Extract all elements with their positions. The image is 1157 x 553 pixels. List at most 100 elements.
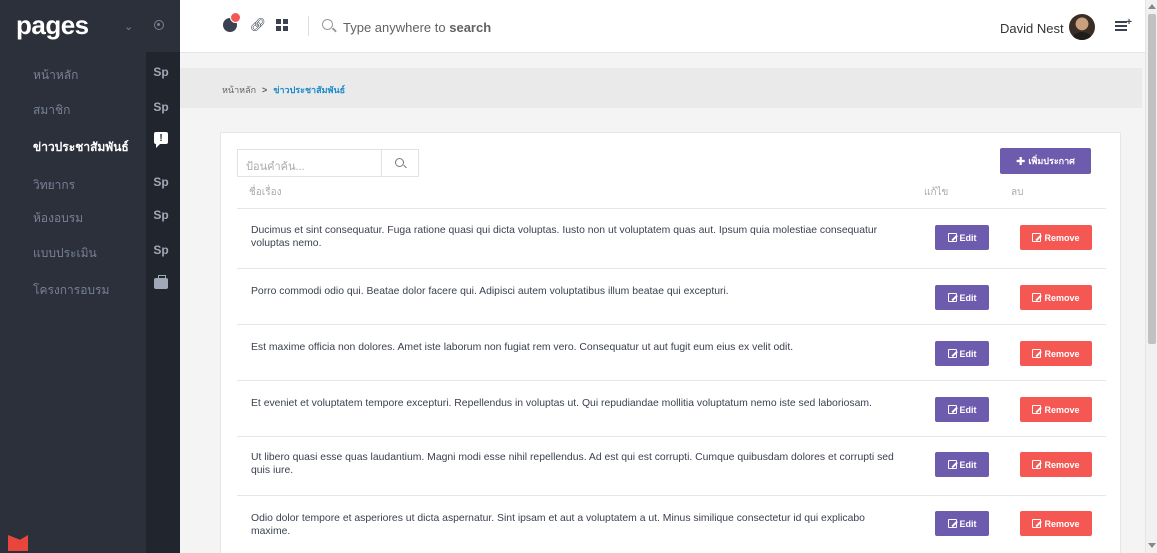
row-title: Et eveniet et voluptatem tempore exceptu…	[251, 398, 872, 409]
table-row: Et eveniet et voluptatem tempore exceptu…	[237, 381, 1106, 437]
sidebar: pages ⌄ หน้าหลัก Sp สมาชิก Sp ข่าวประชาส…	[0, 0, 180, 553]
scroll-thumb[interactable]	[1148, 14, 1156, 344]
header-divider	[308, 16, 309, 36]
edit-icon	[947, 519, 957, 528]
link-icon[interactable]: 🔗︎	[250, 17, 267, 33]
edit-icon	[947, 349, 957, 358]
sidebar-item-projects[interactable]: โครงการอบรม	[0, 267, 180, 307]
alert-message-icon: !	[154, 132, 168, 148]
table-row: Odio dolor tempore et asperiores ut dict…	[237, 496, 1106, 553]
remove-button[interactable]: Remove	[1020, 285, 1092, 310]
edit-button[interactable]: Edit	[935, 511, 989, 536]
sidebar-item-label: ห้องอบรม	[33, 211, 84, 225]
edit-icon	[947, 233, 957, 242]
notifications-globe-icon[interactable]	[222, 12, 241, 33]
breadcrumb-current[interactable]: ข่าวประชาสัมพันธ์	[273, 85, 345, 95]
sidebar-item-label: วิทยากร	[33, 178, 76, 192]
edit-icon	[947, 405, 957, 414]
pin-sidebar-icon[interactable]	[154, 20, 164, 30]
add-announcement-button[interactable]: ✚ เพิ่มประกาศ	[1000, 148, 1091, 174]
remove-button[interactable]: Remove	[1020, 341, 1092, 366]
remove-icon	[1032, 405, 1042, 414]
remove-label: Remove	[1044, 348, 1080, 359]
scroll-up-arrow-icon[interactable]	[1148, 4, 1156, 9]
table-row: Ducimus et sint consequatur. Fuga ration…	[237, 209, 1106, 269]
remove-button[interactable]: Remove	[1020, 511, 1092, 536]
edit-label: Edit	[959, 232, 977, 243]
sidebar-item-badge: Sp	[146, 56, 176, 88]
sidebar-item-badge: Sp	[146, 166, 176, 198]
sidebar-item-rooms[interactable]: ห้องอบรม Sp	[0, 199, 180, 235]
sidebar-item-label: แบบประเมิน	[33, 246, 97, 260]
edit-button[interactable]: Edit	[935, 397, 989, 422]
sidebar-item-label: โครงการอบรม	[33, 283, 110, 297]
search-prompt-bold: search	[449, 20, 492, 35]
remove-icon	[1032, 460, 1042, 469]
edit-label: Edit	[959, 404, 977, 415]
sidebar-item-label: หน้าหลัก	[33, 68, 79, 82]
search-prompt-text: Type anywhere to	[343, 20, 450, 35]
user-avatar[interactable]	[1069, 14, 1095, 40]
sidebar-item-evaluation[interactable]: แบบประเมิน Sp	[0, 234, 180, 270]
column-header-title: ชื่อเรื่อง	[249, 187, 282, 198]
search-icon[interactable]	[322, 19, 333, 30]
table-search-button[interactable]	[382, 149, 419, 177]
sidebar-item-badge: Sp	[146, 199, 176, 231]
sidebar-item-label: ข่าวประชาสัมพันธ์	[33, 140, 129, 154]
remove-label: Remove	[1044, 518, 1080, 529]
apps-grid-icon[interactable]	[276, 19, 288, 31]
sidebar-item-badge: Sp	[146, 234, 176, 266]
edit-label: Edit	[959, 292, 977, 303]
column-header-edit: แก้ไข	[924, 187, 949, 198]
remove-button[interactable]: Remove	[1020, 225, 1092, 250]
edit-icon	[947, 460, 957, 469]
search-icon	[395, 158, 404, 167]
edit-label: Edit	[959, 459, 977, 470]
sidebar-item-news[interactable]: ข่าวประชาสัมพันธ์ !	[0, 122, 180, 164]
row-title: Odio dolor tempore et asperiores ut dict…	[251, 513, 865, 537]
brand-area: pages ⌄	[0, 0, 180, 52]
sidebar-item-badge	[146, 267, 176, 299]
table-row: Est maxime officia non dolores. Amet ist…	[237, 325, 1106, 381]
remove-label: Remove	[1044, 292, 1080, 303]
quickview-menu-icon[interactable]: +	[1115, 17, 1132, 31]
chevron-down-icon[interactable]: ⌄	[124, 20, 133, 33]
edit-label: Edit	[959, 348, 977, 359]
sidebar-item-badge: Sp	[146, 91, 176, 123]
sidebar-item-speakers[interactable]: วิทยากร Sp	[0, 166, 180, 202]
edit-button[interactable]: Edit	[935, 341, 989, 366]
remove-button[interactable]: Remove	[1020, 452, 1092, 477]
global-search-prompt[interactable]: Type anywhere to search	[343, 20, 491, 35]
table-search-input[interactable]: ป้อนคำค้น...	[237, 149, 382, 177]
edit-icon	[947, 293, 957, 302]
brand-logo[interactable]: pages	[16, 10, 89, 41]
sidebar-item-home[interactable]: หน้าหลัก Sp	[0, 56, 180, 92]
remove-icon	[1032, 349, 1042, 358]
edit-button[interactable]: Edit	[935, 225, 989, 250]
remove-icon	[1032, 519, 1042, 528]
row-title: Est maxime officia non dolores. Amet ist…	[251, 342, 794, 353]
sidebar-item-badge: !	[146, 122, 176, 154]
sidebar-item-label: สมาชิก	[33, 103, 71, 117]
scroll-down-arrow-icon[interactable]	[1148, 543, 1156, 548]
row-title: Porro commodi odio qui. Beatae dolor fac…	[251, 286, 729, 297]
column-header-delete: ลบ	[1011, 187, 1024, 198]
breadcrumb-home[interactable]: หน้าหลัก	[222, 85, 256, 95]
briefcase-icon	[154, 274, 168, 289]
breadcrumb-chevron-icon: >	[262, 85, 268, 95]
remove-button[interactable]: Remove	[1020, 397, 1092, 422]
remove-label: Remove	[1044, 459, 1080, 470]
breadcrumb: หน้าหลัก > ข่าวประชาสัมพันธ์	[222, 83, 345, 97]
edit-button[interactable]: Edit	[935, 452, 989, 477]
row-title: Ut libero quasi esse quas laudantium. Ma…	[251, 452, 894, 476]
remove-icon	[1032, 293, 1042, 302]
remove-label: Remove	[1044, 404, 1080, 415]
breadcrumb-bar: หน้าหลัก > ข่าวประชาสัมพันธ์	[180, 68, 1142, 108]
page-scrollbar[interactable]	[1145, 0, 1157, 553]
edit-button[interactable]: Edit	[935, 285, 989, 310]
app-corner-logo-icon	[8, 535, 28, 551]
top-header: 🔗︎ Type anywhere to search David Nest +	[180, 0, 1145, 53]
user-name[interactable]: David Nest	[1000, 21, 1064, 36]
table-row: Ut libero quasi esse quas laudantium. Ma…	[237, 437, 1106, 496]
edit-label: Edit	[959, 518, 977, 529]
